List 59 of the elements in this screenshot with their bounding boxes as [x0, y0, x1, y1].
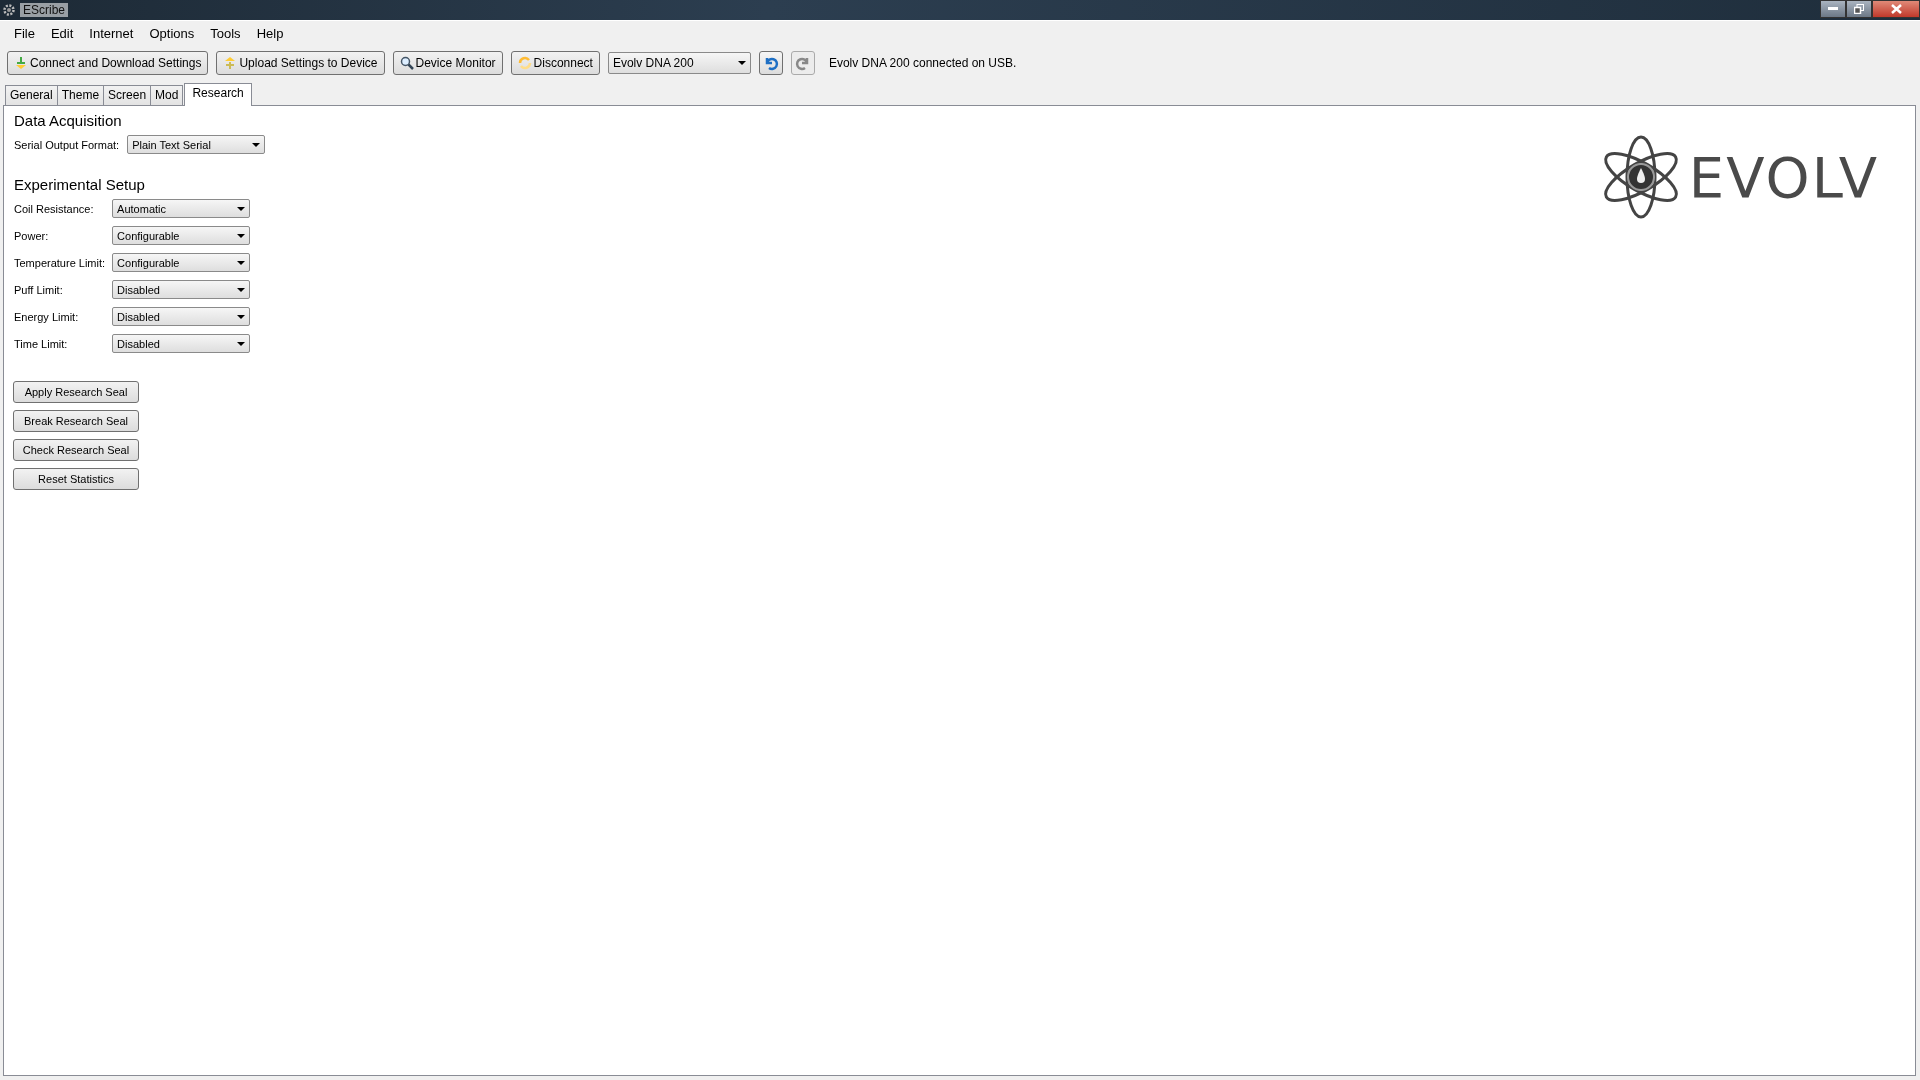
undo-button[interactable]	[758, 51, 783, 75]
close-button[interactable]	[1872, 0, 1920, 18]
tab[interactable]: Screen	[103, 85, 152, 105]
caret-icon	[237, 206, 246, 211]
field-label: Serial Output Format:	[14, 138, 120, 151]
tab[interactable]: Theme	[56, 85, 105, 105]
download-icon	[14, 56, 28, 70]
caret-icon	[237, 314, 246, 319]
refresh-icon	[517, 56, 532, 70]
menu-item[interactable]: Help	[248, 25, 292, 41]
menu-item[interactable]: Options	[141, 25, 203, 41]
toolbar-button[interactable]: Device Monitor	[392, 51, 503, 75]
caret-icon	[237, 233, 246, 238]
toolbar-button[interactable]: Connect and Download Settings	[7, 51, 209, 75]
window-title: EScribe	[20, 3, 69, 17]
caret-icon	[237, 260, 246, 265]
menu-item[interactable]: Internet	[81, 25, 142, 41]
menu-item[interactable]: File	[6, 25, 43, 41]
field-label: Coil Resistance:	[14, 202, 95, 215]
dropdown[interactable]: Plain Text Serial	[127, 135, 266, 154]
close-icon	[1890, 4, 1902, 14]
field-label: Temperature Limit:	[14, 256, 106, 269]
dropdown[interactable]: Configurable	[112, 253, 251, 272]
action-button[interactable]: Apply Research Seal	[13, 381, 139, 403]
dropdown[interactable]: Disabled	[112, 280, 251, 299]
toolbar-button[interactable]: Disconnect	[510, 51, 600, 75]
dropdown[interactable]: Automatic	[112, 199, 251, 218]
field-label: Energy Limit:	[14, 310, 80, 323]
dropdown[interactable]: Disabled	[112, 334, 251, 353]
restore-button[interactable]	[1846, 0, 1872, 18]
caret-icon	[237, 341, 246, 346]
caret-icon	[737, 61, 746, 65]
section-heading: Data Acquisition	[14, 112, 123, 129]
menu-item[interactable]: Tools	[202, 25, 249, 41]
magnifier-icon	[399, 56, 414, 70]
dropdown[interactable]: Configurable	[112, 226, 251, 245]
logo-wordmark: EVOLV	[1688, 144, 1879, 210]
field-label: Power:	[14, 229, 50, 242]
menu-item[interactable]: Edit	[42, 25, 82, 41]
gear-icon	[2, 3, 16, 17]
action-button[interactable]: Break Research Seal	[13, 410, 139, 432]
caret-icon	[252, 142, 261, 147]
action-button[interactable]: Reset Statistics	[13, 468, 139, 490]
action-button[interactable]: Check Research Seal	[13, 439, 139, 461]
minimize-icon	[1828, 7, 1838, 11]
section-heading: Experimental Setup	[14, 176, 146, 193]
caret-icon	[237, 287, 246, 292]
tab[interactable]: General	[5, 85, 58, 105]
field-label: Puff Limit:	[14, 283, 64, 296]
tab[interactable]: Research	[184, 83, 252, 106]
restore-icon	[1854, 4, 1864, 14]
tab[interactable]: Mod	[150, 85, 184, 105]
dropdown[interactable]: Disabled	[112, 307, 251, 326]
toolbar-button[interactable]: Upload Settings to Device	[216, 51, 385, 75]
field-label: Time Limit:	[14, 337, 69, 350]
minimize-button[interactable]	[1820, 0, 1846, 18]
redo-arrow-icon	[794, 55, 811, 71]
device-dropdown[interactable]: Evolv DNA 200	[607, 52, 751, 74]
connection-status: Evolv DNA 200 connected on USB.	[828, 56, 1017, 70]
